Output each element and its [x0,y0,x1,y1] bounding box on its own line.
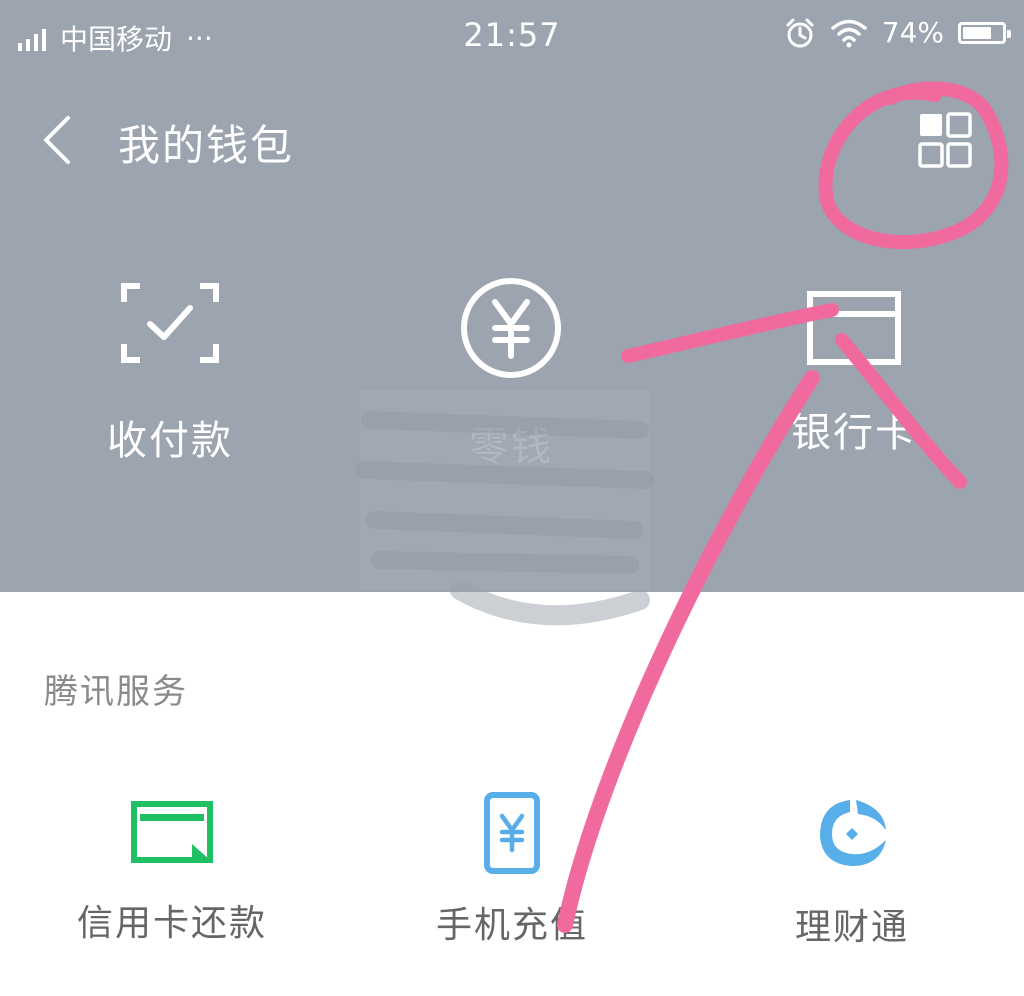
status-right: 74% [784,16,1011,49]
status-bar: 中国移动 ··· 21:57 74% [0,0,1024,76]
service-wealth[interactable]: 理财通 [722,800,982,950]
wealth-icon [820,800,886,866]
service-label: 信用卡还款 [76,903,267,944]
battery-icon [958,21,1011,44]
wifi-icon [831,19,867,47]
scribble-mark [356,390,654,626]
page-title: 我的钱包 [118,121,295,170]
alarm-icon [786,18,814,47]
service-phone-topup[interactable]: 手机充值 [382,792,642,948]
battery-fill [963,26,991,39]
grid-icon [918,112,972,168]
service-label: 手机充值 [435,905,588,946]
card-icon [807,291,901,365]
action-receive-pay[interactable]: 收付款 [60,282,280,466]
section-title: 腾讯服务 [44,672,188,712]
action-label: 收付款 [107,418,233,464]
back-button[interactable] [30,110,90,170]
service-label: 理财通 [794,907,909,948]
grid-menu-button[interactable] [910,108,978,176]
phone-topup-icon [484,792,540,874]
service-credit-card-repay[interactable]: 信用卡还款 [42,800,302,946]
action-label: 银行卡 [791,410,917,456]
credit-card-repay-icon [131,801,213,863]
chevron-left-icon [44,116,70,164]
action-bank-card[interactable]: 银行卡 [744,282,964,458]
scan-check-icon [121,283,219,363]
battery-percent: 74% [881,16,944,49]
